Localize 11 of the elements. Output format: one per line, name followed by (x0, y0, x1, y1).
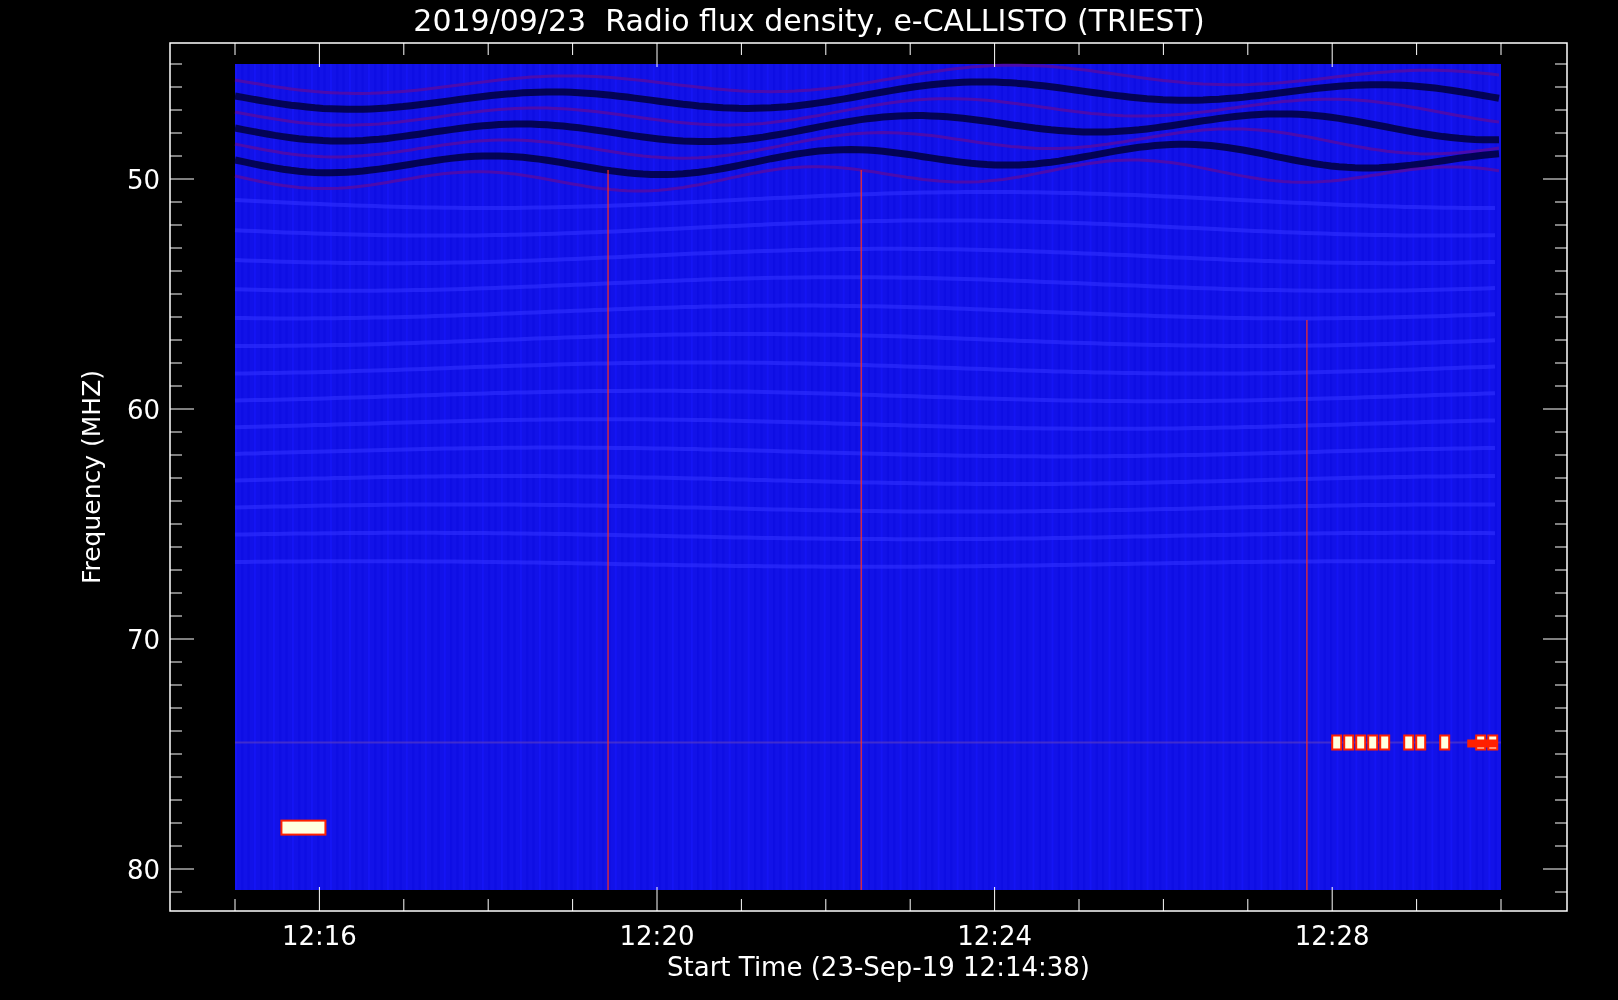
x-tick-label: 12:28 (1294, 921, 1370, 951)
chart-title: 2019/09/23 Radio flux density, e-CALLISTO (TRIEST) (412, 1, 1206, 40)
y-axis-label: Frequency (MHZ) (77, 369, 106, 585)
x-tick-label: 12:20 (619, 921, 695, 951)
y-tick-label: 80 (126, 855, 160, 885)
x-tick-label: 12:16 (281, 921, 357, 951)
x-axis-label: Start Time (23-Sep-19 12:14:38) (667, 952, 1090, 982)
y-tick-label: 60 (126, 395, 160, 425)
x-tick-label: 12:24 (957, 921, 1033, 951)
y-tick-label: 70 (126, 625, 160, 655)
y-tick-label: 50 (126, 165, 160, 195)
